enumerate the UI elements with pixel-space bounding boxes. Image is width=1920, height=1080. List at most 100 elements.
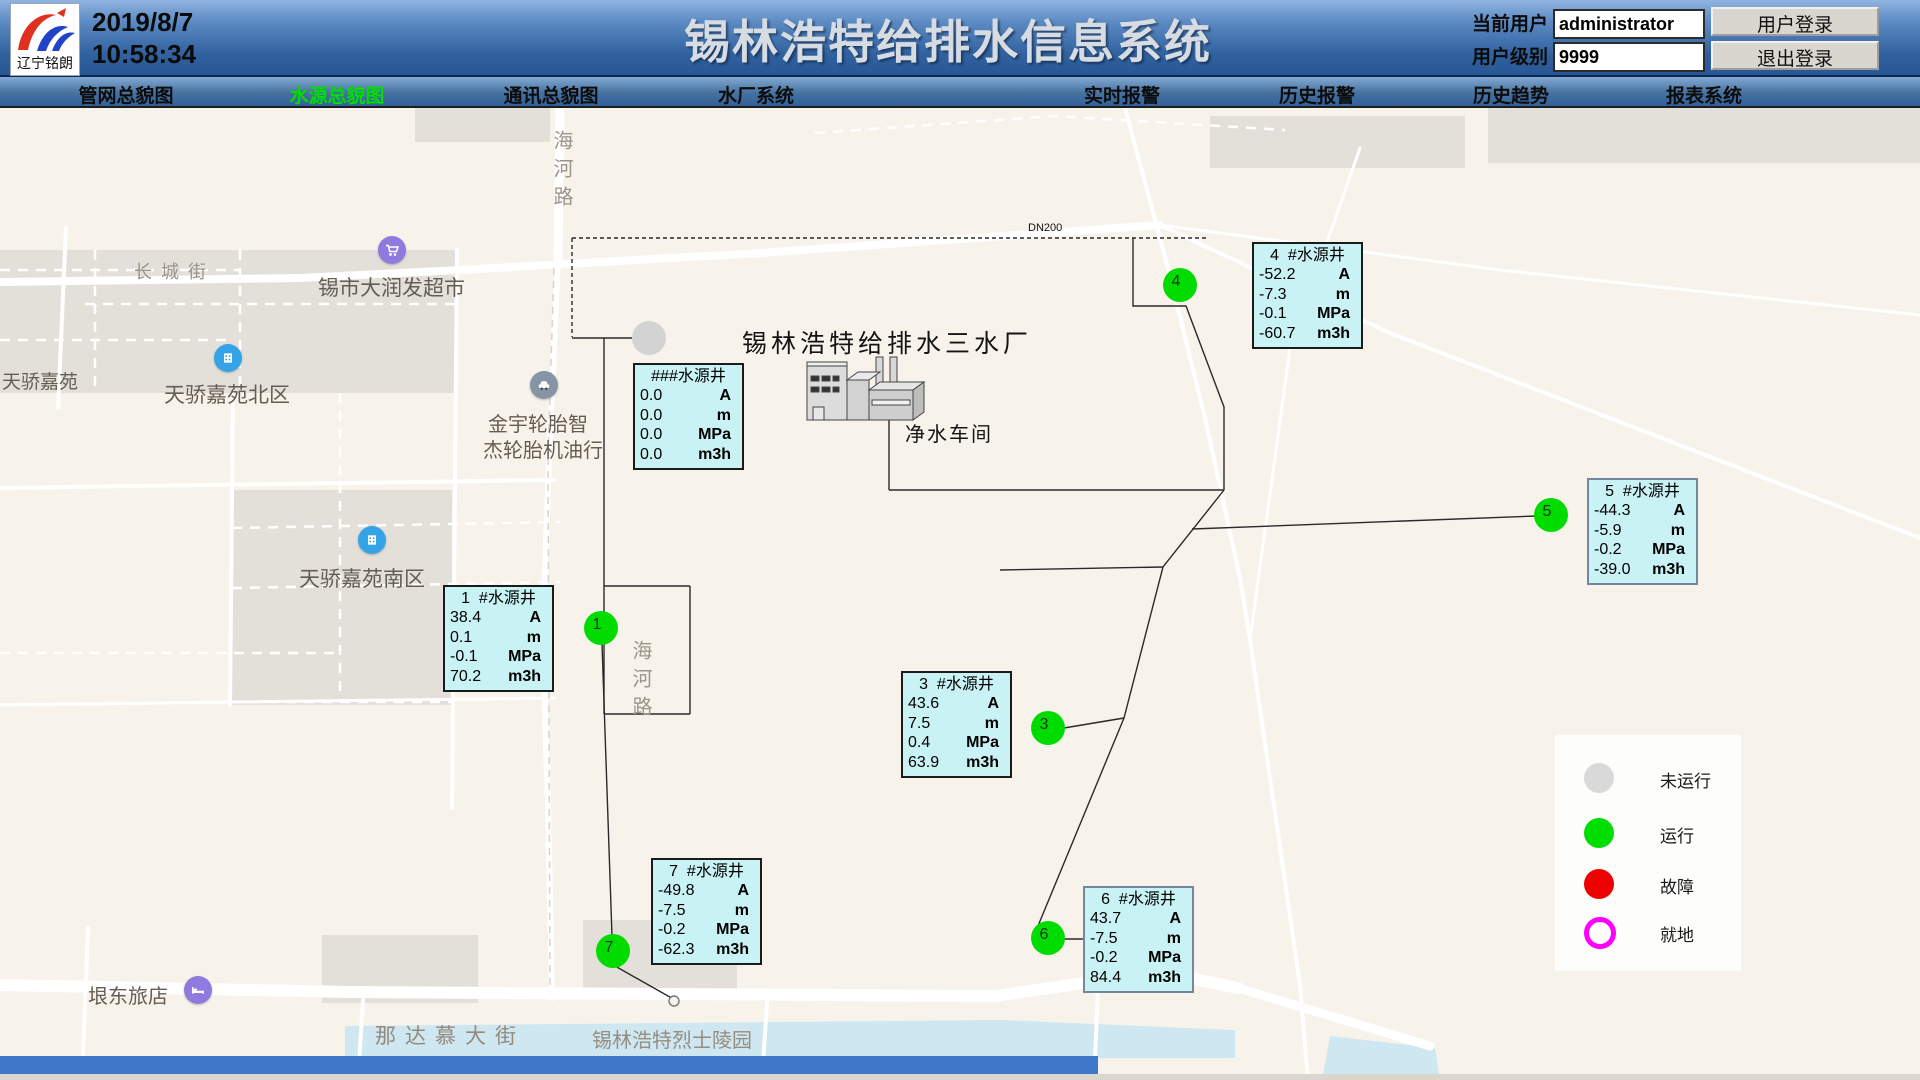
- well-level: 0.0: [640, 406, 662, 426]
- poi-label-tianjiao-north: 天骄嘉苑北区: [164, 379, 290, 409]
- nav-pipeline-overview[interactable]: 管网总貌图: [78, 81, 173, 108]
- nav-watersource-overview[interactable]: 水源总貌图: [289, 81, 384, 108]
- status-dot-gray: [1584, 763, 1614, 793]
- current-user-label: 当前用户: [1458, 9, 1548, 36]
- status-dot-green: [1584, 818, 1614, 848]
- factory-icon: [807, 357, 924, 420]
- well-title: 5 #水源井: [1594, 482, 1691, 501]
- nav-waterplant-system[interactable]: 水厂系统: [718, 81, 794, 108]
- building-icon-south: [358, 526, 386, 554]
- nav-report-system[interactable]: 报表系统: [1666, 81, 1742, 108]
- well-marker-6[interactable]: 6: [1031, 921, 1065, 955]
- well-marker-7[interactable]: 7: [596, 934, 630, 968]
- logo-text: 辽宁铭朗: [11, 53, 79, 73]
- well-box-1[interactable]: 1 #水源井 38.4A 0.1m -0.1MPa 70.2m3h: [443, 585, 554, 692]
- well-pressure: -0.2: [658, 920, 686, 940]
- well-flow: 70.2: [450, 667, 481, 687]
- company-logo: 辽宁铭朗: [10, 3, 80, 76]
- legend-item-running: 运行: [1555, 818, 1741, 848]
- well-marker-4[interactable]: 4: [1163, 268, 1197, 302]
- well-flow: 84.4: [1090, 968, 1121, 988]
- poi-label-tire-shop-line2: 杰轮胎机油行: [483, 434, 603, 463]
- well-current: 43.7: [1090, 909, 1121, 929]
- nav-history-alarm[interactable]: 历史报警: [1279, 81, 1355, 108]
- well-flow: -60.7: [1259, 324, 1295, 344]
- well-pressure: 0.4: [908, 733, 930, 753]
- well-pressure: -0.2: [1090, 948, 1118, 968]
- current-user-field[interactable]: [1553, 9, 1705, 39]
- status-dot-magenta-ring: [1584, 917, 1616, 949]
- shopping-cart-icon: [378, 236, 406, 264]
- main-navbar: 管网总貌图 水源总貌图 通讯总貌图 水厂系统 实时报警 历史报警 历史趋势 报表…: [0, 77, 1920, 108]
- well-title: 3 #水源井: [908, 675, 1005, 694]
- street-label-nadamu: 那达慕大街: [375, 1020, 525, 1050]
- poi-label-tire-shop-line1: 金宇轮胎智: [488, 408, 588, 437]
- well-pressure: 0.0: [640, 425, 662, 445]
- legend-panel: 未运行 运行 故障 就地: [1555, 735, 1741, 971]
- well-flow: 0.0: [640, 445, 662, 465]
- river-bar: [0, 1056, 1098, 1074]
- workshop-label: 净水车间: [905, 418, 993, 447]
- street-label-changcheng: 长城街: [134, 258, 215, 284]
- car-icon: [530, 371, 558, 399]
- page-title: 锡林浩特给排水信息系统: [684, 6, 1212, 72]
- poi-label-tianjiao-south: 天骄嘉苑南区: [299, 563, 425, 593]
- well-box-7[interactable]: 7 #水源井 -49.8A -7.5m -0.2MPa -62.3m3h: [651, 858, 762, 965]
- user-level-field[interactable]: [1553, 42, 1705, 72]
- street-label-haihe-bottom: 海河路: [626, 640, 655, 724]
- user-level-label: 用户级别: [1458, 42, 1548, 69]
- well-title: 7 #水源井: [658, 862, 755, 881]
- well-marker-3[interactable]: 3: [1031, 711, 1065, 745]
- well-current: 0.0: [640, 386, 662, 406]
- well-level: -7.3: [1259, 285, 1287, 305]
- current-time: 10:58:34: [92, 38, 196, 70]
- nav-history-trend[interactable]: 历史趋势: [1473, 81, 1549, 108]
- logo-swoosh-icon: [11, 4, 81, 60]
- poi-label-hotel: 垠东旅店: [88, 980, 168, 1009]
- well-level: 7.5: [908, 714, 930, 734]
- status-dot-red: [1584, 869, 1614, 899]
- well-box-3[interactable]: 3 #水源井 43.6A 7.5m 0.4MPa 63.9m3h: [901, 671, 1012, 778]
- well-level: -5.9: [1594, 521, 1622, 541]
- well-pressure: -0.1: [1259, 304, 1287, 324]
- well-box-4[interactable]: 4 #水源井 -52.2A -7.3m -0.1MPa -60.7m3h: [1252, 242, 1363, 349]
- well-title: ###水源井: [640, 367, 737, 386]
- well-title: 1 #水源井: [450, 589, 547, 608]
- well-box-unassigned[interactable]: ###水源井 0.0A 0.0m 0.0MPa 0.0m3h: [633, 363, 744, 470]
- current-date: 2019/8/7: [92, 6, 196, 38]
- well-box-5[interactable]: 5 #水源井 -44.3A -5.9m -0.2MPa -39.0m3h: [1587, 478, 1698, 585]
- well-current: -52.2: [1259, 265, 1295, 285]
- well-level: 0.1: [450, 628, 472, 648]
- poi-label-tianjiao: 天骄嘉苑: [2, 367, 78, 394]
- well-current: 43.6: [908, 694, 939, 714]
- well-level: -7.5: [1090, 929, 1118, 949]
- poi-label-cemetery: 锡林浩特烈士陵园: [592, 1024, 752, 1053]
- well-flow: -39.0: [1594, 560, 1630, 580]
- street-label-haihe-top: 海河路: [547, 130, 576, 214]
- well-pressure: -0.1: [450, 647, 478, 667]
- map-canvas[interactable]: 长城街 海河路 海河路 那达慕大街 锡林浩特烈士陵园 锡市大润发超市 天骄嘉苑 …: [0, 108, 1920, 1080]
- scada-app-window: 辽宁铭朗 2019/8/7 10:58:34 锡林浩特给排水信息系统 当前用户 …: [0, 0, 1920, 1080]
- well-pressure: -0.2: [1594, 540, 1622, 560]
- bed-icon: [184, 976, 212, 1004]
- well-marker-1[interactable]: 1: [584, 611, 618, 645]
- well-flow: -62.3: [658, 940, 694, 960]
- well-marker-5[interactable]: 5: [1534, 498, 1568, 532]
- minor-roads: [0, 116, 1285, 988]
- well-box-6[interactable]: 6 #水源井 43.7A -7.5m -0.2MPa 84.4m3h: [1083, 886, 1194, 993]
- poi-label-supermarket: 锡市大润发超市: [318, 272, 465, 302]
- pipe-diameter-label: DN200: [1028, 222, 1062, 234]
- well-title: 6 #水源井: [1090, 890, 1187, 909]
- legend-item-local: 就地: [1555, 917, 1741, 947]
- well-marker-idle[interactable]: [632, 321, 666, 355]
- building-icon-north: [214, 344, 242, 372]
- nav-communication-overview[interactable]: 通讯总貌图: [503, 81, 598, 108]
- nav-realtime-alarm[interactable]: 实时报警: [1084, 81, 1160, 108]
- legend-item-fault: 故障: [1555, 869, 1741, 899]
- datetime: 2019/8/7 10:58:34: [92, 6, 196, 70]
- plant-title: 锡林浩特给排水三水厂: [742, 324, 1032, 360]
- login-button[interactable]: 用户登录: [1711, 7, 1879, 36]
- well-level: -7.5: [658, 901, 686, 921]
- well-flow: 63.9: [908, 753, 939, 773]
- logout-button[interactable]: 退出登录: [1711, 41, 1879, 70]
